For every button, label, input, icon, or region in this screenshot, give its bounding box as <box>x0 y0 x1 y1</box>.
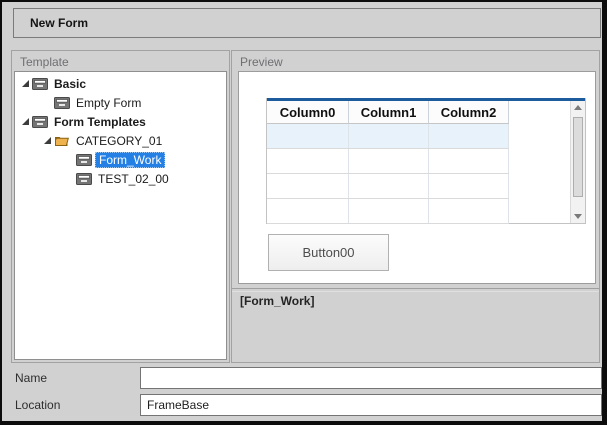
template-panel-label: Template <box>20 55 69 69</box>
grid-cell <box>429 149 509 173</box>
location-input[interactable] <box>140 394 602 416</box>
template-tree[interactable]: Basic Empty Form Form Templates CATEGORY… <box>14 71 227 360</box>
scrollbar-thumb <box>573 117 583 197</box>
tree-expander-icon[interactable] <box>18 80 32 87</box>
grid-cell <box>429 174 509 198</box>
tree-item-label: Empty Form <box>73 95 144 111</box>
grid-vertical-scrollbar <box>570 101 585 223</box>
grid-cell <box>349 124 429 148</box>
grid-header-row: Column0Column1Column2 <box>267 101 509 124</box>
grid-cell <box>349 174 429 198</box>
preview-button00: Button00 <box>268 234 389 271</box>
form-icon <box>32 77 51 90</box>
grid-row <box>267 124 509 149</box>
grid-cell <box>267 199 349 223</box>
preview-surface: Column0Column1Column2 Button00 <box>238 71 596 284</box>
screen: New Form Template Basic Empty Form Form … <box>0 0 607 425</box>
grid-cell <box>349 149 429 173</box>
tree-item-basic[interactable]: Basic <box>15 74 226 93</box>
grid-cell <box>429 199 509 223</box>
tree-item-label: Form Templates <box>51 114 149 130</box>
grid-body <box>267 124 585 224</box>
grid-row <box>267 174 509 199</box>
preview-grid: Column0Column1Column2 <box>266 98 586 224</box>
tree-expander-icon[interactable] <box>18 118 32 125</box>
tree-item-label: Basic <box>51 76 89 92</box>
grid-cell <box>267 174 349 198</box>
scrollbar-down-icon <box>571 214 585 219</box>
preview-caption: [Form_Work] <box>240 294 314 308</box>
name-label: Name <box>15 371 47 385</box>
grid-cell <box>429 124 509 148</box>
folder-icon <box>54 134 73 147</box>
tree-item-label: Form_Work <box>95 152 165 168</box>
dialog-title: New Form <box>30 16 88 30</box>
tree-item-form-templates[interactable]: Form Templates <box>15 112 226 131</box>
form-icon <box>32 115 51 128</box>
grid-row <box>267 149 509 174</box>
grid-column-header: Column1 <box>349 101 429 123</box>
grid-column-header: Column2 <box>429 101 509 123</box>
template-panel: Template Basic Empty Form Form Templates… <box>11 50 230 363</box>
grid-cell <box>267 124 349 148</box>
tree-item-label: CATEGORY_01 <box>73 133 165 149</box>
preview-panel-label: Preview <box>240 55 283 69</box>
scrollbar-up-icon <box>571 105 585 110</box>
name-input[interactable] <box>140 367 602 389</box>
tree-item-label: TEST_02_00 <box>95 171 172 187</box>
new-form-dialog: New Form Template Basic Empty Form Form … <box>2 2 602 421</box>
preview-separator <box>232 288 599 292</box>
tree-item-empty-form[interactable]: Empty Form <box>15 93 226 112</box>
grid-column-header: Column0 <box>267 101 349 123</box>
dialog-title-bar: New Form <box>13 8 601 38</box>
grid-row <box>267 199 509 224</box>
grid-cell <box>267 149 349 173</box>
tree-item-test-02-00[interactable]: TEST_02_00 <box>15 169 226 188</box>
grid-cell <box>349 199 429 223</box>
preview-panel: Preview Column0Column1Column2 Button00 [… <box>231 50 600 363</box>
location-label: Location <box>15 398 60 412</box>
tree-item-category-01[interactable]: CATEGORY_01 <box>15 131 226 150</box>
form-icon <box>76 172 95 185</box>
tree-expander-icon[interactable] <box>40 137 54 144</box>
tree-item-form-work[interactable]: Form_Work <box>15 150 226 169</box>
form-icon <box>54 96 73 109</box>
form-icon <box>76 153 95 166</box>
